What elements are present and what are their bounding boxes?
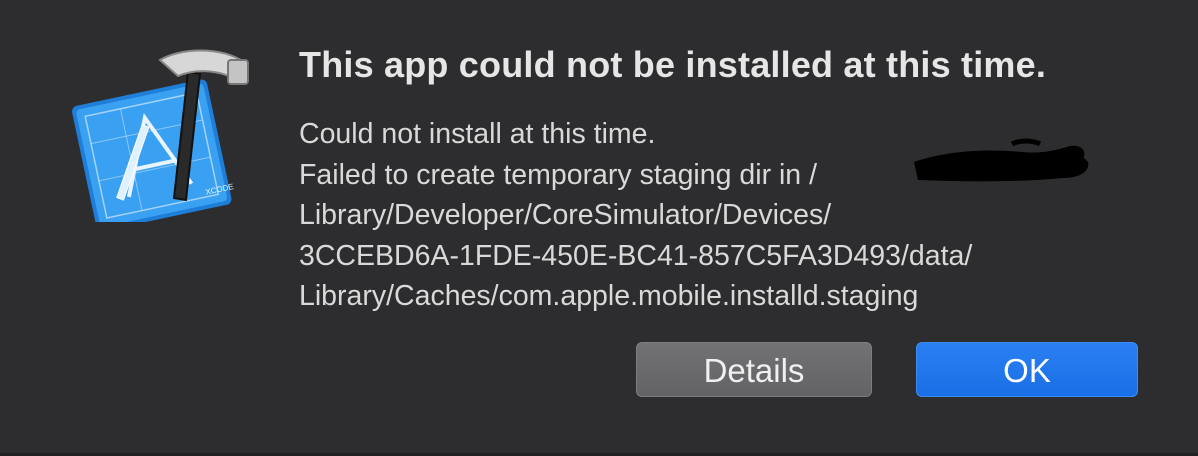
dialog-title: This app could not be installed at this … <box>299 44 1047 85</box>
details-button[interactable]: Details <box>636 342 872 397</box>
message-line: 3CCEBD6A-1FDE-450E-BC41-857C5FA3D493/dat… <box>299 239 973 272</box>
message-line: Library/Caches/com.apple.mobile.installd… <box>299 280 919 312</box>
message-line: Library/Developer/CoreSimulator/Devices/ <box>299 199 832 231</box>
alert-dialog: XCODE This app could not be installed at… <box>0 0 1198 456</box>
xcode-icon: XCODE <box>72 49 249 222</box>
ok-button[interactable]: OK <box>916 342 1138 397</box>
redaction-scribble <box>914 138 1089 182</box>
